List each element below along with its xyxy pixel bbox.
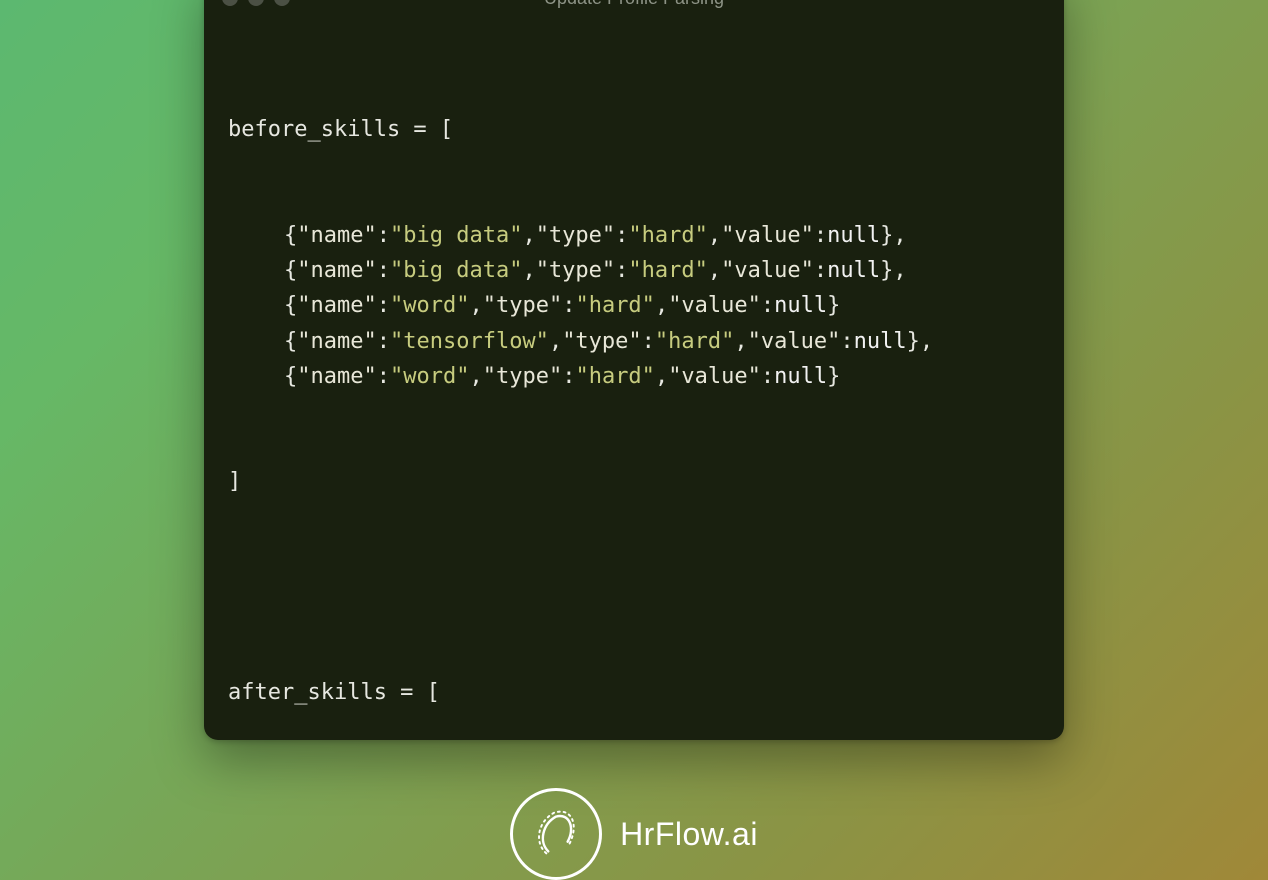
json-string: "hard" <box>628 223 707 248</box>
brand-mark-icon <box>510 788 602 880</box>
json-key: "name" <box>297 364 376 389</box>
titlebar: Update Profile Parsing <box>204 0 1064 26</box>
after-skills-label: after_skills = [ <box>228 680 440 705</box>
code-entry: {"name":"big data","type":"hard","value"… <box>228 218 1040 253</box>
json-string: "hard" <box>628 258 707 283</box>
json-punc: : <box>814 223 827 248</box>
close-dot-icon[interactable] <box>222 0 238 6</box>
json-key: "type" <box>483 293 562 318</box>
json-punc: : <box>814 258 827 283</box>
json-punc: , <box>655 293 668 318</box>
json-key: "type" <box>562 329 641 354</box>
json-null: null <box>774 364 827 389</box>
json-punc: : <box>377 258 390 283</box>
code-entry: {"name":"tensorflow","type":"hard","valu… <box>228 324 1040 359</box>
code-line: ] <box>228 464 1040 499</box>
json-key: "type" <box>536 258 615 283</box>
json-punc: : <box>377 293 390 318</box>
maximize-dot-icon[interactable] <box>274 0 290 6</box>
json-string: "word" <box>390 293 469 318</box>
json-punc: }, <box>880 223 907 248</box>
json-punc: : <box>761 364 774 389</box>
brand-logo: HrFlow.ai <box>510 788 758 880</box>
json-punc: , <box>469 293 482 318</box>
code-area: before_skills = [ {"name":"big data","ty… <box>204 26 1064 740</box>
json-punc: } <box>827 364 840 389</box>
json-null: null <box>827 223 880 248</box>
json-punc: }, <box>880 258 907 283</box>
before-entries: {"name":"big data","type":"hard","value"… <box>228 218 1040 394</box>
json-punc: : <box>615 223 628 248</box>
json-key: "type" <box>536 223 615 248</box>
json-punc: { <box>284 223 297 248</box>
json-string: "hard" <box>655 329 734 354</box>
json-key: "value" <box>721 223 814 248</box>
json-punc: : <box>840 329 853 354</box>
json-punc: { <box>284 293 297 318</box>
json-key: "value" <box>668 364 761 389</box>
json-key: "name" <box>297 258 376 283</box>
json-punc: }, <box>907 329 934 354</box>
json-key: "value" <box>721 258 814 283</box>
json-key: "value" <box>748 329 841 354</box>
json-null: null <box>854 329 907 354</box>
json-punc: { <box>284 364 297 389</box>
json-punc: , <box>655 364 668 389</box>
code-entry: {"name":"word","type":"hard","value":nul… <box>228 359 1040 394</box>
json-punc: { <box>284 258 297 283</box>
json-string: "hard" <box>575 293 654 318</box>
json-key: "name" <box>297 329 376 354</box>
json-punc: , <box>522 258 535 283</box>
code-line: after_skills = [ <box>228 675 1040 710</box>
json-punc: } <box>827 293 840 318</box>
json-punc: , <box>522 223 535 248</box>
json-null: null <box>774 293 827 318</box>
json-punc: , <box>708 258 721 283</box>
json-punc: , <box>708 223 721 248</box>
json-punc: { <box>284 329 297 354</box>
json-punc: : <box>642 329 655 354</box>
json-string: "big data" <box>390 258 522 283</box>
json-punc: , <box>549 329 562 354</box>
json-punc: : <box>377 364 390 389</box>
json-string: "word" <box>390 364 469 389</box>
blank-line <box>228 570 1040 605</box>
json-key: "name" <box>297 293 376 318</box>
json-string: "tensorflow" <box>390 329 549 354</box>
json-punc: , <box>469 364 482 389</box>
code-entry: {"name":"big data","type":"hard","value"… <box>228 253 1040 288</box>
json-punc: : <box>377 223 390 248</box>
json-punc: : <box>761 293 774 318</box>
code-entry: {"name":"word","type":"hard","value":nul… <box>228 288 1040 323</box>
json-punc: , <box>734 329 747 354</box>
json-string: "big data" <box>390 223 522 248</box>
before-skills-label: before_skills = [ <box>228 117 453 142</box>
json-punc: : <box>562 364 575 389</box>
json-string: "hard" <box>575 364 654 389</box>
json-key: "name" <box>297 223 376 248</box>
json-punc: : <box>377 329 390 354</box>
code-line: before_skills = [ <box>228 112 1040 147</box>
json-key: "value" <box>668 293 761 318</box>
code-window: Update Profile Parsing before_skills = [… <box>204 0 1064 740</box>
brand-name: HrFlow.ai <box>620 816 758 853</box>
json-punc: : <box>562 293 575 318</box>
window-title: Update Profile Parsing <box>544 0 724 9</box>
json-punc: : <box>615 258 628 283</box>
minimize-dot-icon[interactable] <box>248 0 264 6</box>
json-null: null <box>827 258 880 283</box>
json-key: "type" <box>483 364 562 389</box>
window-controls <box>222 0 290 6</box>
